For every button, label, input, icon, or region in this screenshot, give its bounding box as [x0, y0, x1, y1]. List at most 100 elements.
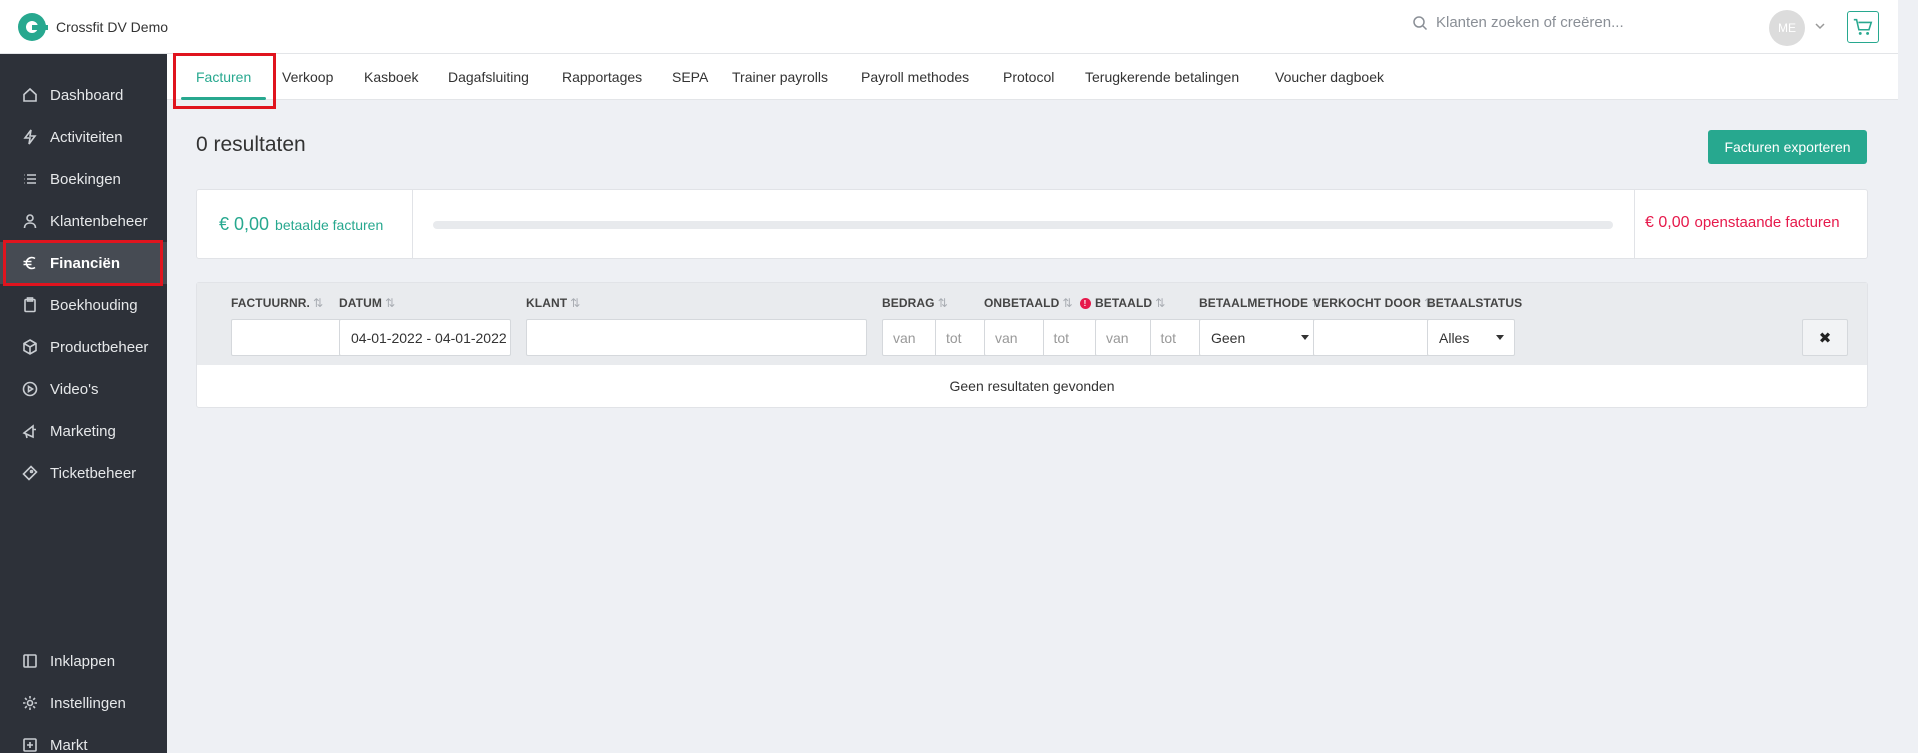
paid-label: betaalde facturen — [275, 217, 384, 233]
client-search[interactable]: Klanten zoeken of creëren... — [1412, 14, 1624, 31]
clear-filters-button[interactable]: ✖ — [1802, 319, 1848, 356]
paid-from-input[interactable]: van — [1096, 320, 1150, 355]
paid-range-filter: van tot — [1095, 319, 1205, 356]
sort-icon[interactable]: ⇅ — [385, 296, 395, 310]
list-icon — [24, 174, 36, 184]
sidebar-item-dashboard[interactable]: Dashboard — [0, 74, 167, 116]
megaphone-icon — [22, 424, 36, 439]
column-header-verkocht-door[interactable]: VERKOCHT DOOR ⇅ — [1313, 296, 1434, 310]
payment-method-value: Geen — [1211, 329, 1246, 346]
home-icon — [23, 87, 37, 102]
avatar[interactable]: ME — [1769, 10, 1805, 46]
sidebar-item-label: Boekingen — [50, 170, 121, 188]
payment-status-select[interactable]: Alles — [1427, 319, 1515, 356]
column-header-datum[interactable]: DATUM ⇅ — [339, 296, 395, 310]
sort-icon[interactable]: ⇅ — [1062, 296, 1072, 310]
sidebar-item-financien[interactable]: Financiën — [0, 242, 167, 284]
sidebar-item-inklappen[interactable]: Inklappen — [0, 640, 167, 682]
finance-tabs: Facturen Verkoop Kasboek Dagafsluiting R… — [167, 54, 1898, 100]
divider — [412, 190, 413, 258]
amount-range-filter: van tot — [882, 319, 989, 356]
column-header-betaald[interactable]: BETAALD ⇅ — [1095, 296, 1165, 310]
column-header-betaalmethode[interactable]: BETAALMETHODE ⇅ — [1199, 296, 1321, 310]
column-header-klant[interactable]: KLANT ⇅ — [526, 296, 580, 310]
unpaid-range-filter: van tot — [984, 319, 1102, 356]
paid-to-input[interactable]: tot — [1149, 320, 1205, 355]
cart-button[interactable] — [1847, 11, 1879, 43]
tab-protocol[interactable]: Protocol — [1003, 54, 1054, 100]
sidebar-item-productbeheer[interactable]: Productbeheer — [0, 326, 167, 368]
cart-icon — [1853, 18, 1873, 35]
column-header-bedrag[interactable]: BEDRAG ⇅ — [882, 296, 948, 310]
export-invoices-button[interactable]: Facturen exporteren — [1708, 130, 1867, 164]
ticket-icon — [22, 465, 38, 481]
app-logo — [18, 13, 48, 41]
search-input[interactable]: Klanten zoeken of creëren... — [1436, 14, 1624, 31]
sidebar-item-boekingen[interactable]: Boekingen — [0, 158, 167, 200]
paid-amount: € 0,00 — [219, 214, 270, 234]
plus-square-icon — [23, 738, 37, 752]
tab-facturen[interactable]: Facturen — [196, 54, 251, 100]
sidebar-item-markt[interactable]: Markt — [0, 724, 167, 753]
column-header-onbetaald[interactable]: ONBETAALD ⇅! — [984, 296, 1091, 310]
empty-state-message: Geen resultaten gevonden — [949, 378, 1115, 394]
results-count: 0 resultaten — [196, 133, 306, 156]
active-tab-indicator — [181, 97, 266, 100]
column-header-factuurnr[interactable]: FACTUURNR. ⇅ — [231, 296, 323, 310]
tab-payroll-methodes[interactable]: Payroll methodes — [861, 54, 969, 100]
tab-verkoop[interactable]: Verkoop — [282, 54, 333, 100]
table-filters: FACTUURNR. ⇅ DATUM ⇅ KLANT ⇅ BEDRAG ⇅ ONBETA… — [197, 283, 1867, 365]
tab-dagafsluiting[interactable]: Dagafsluiting — [448, 54, 529, 100]
sidebar-item-klantenbeheer[interactable]: Klantenbeheer — [0, 200, 167, 242]
tab-voucher-dagboek[interactable]: Voucher dagboek — [1275, 54, 1384, 100]
tab-rapportages[interactable]: Rapportages — [562, 54, 642, 100]
payment-summary: € 0,00 betaalde facturen € 0,00 openstaa… — [196, 189, 1868, 259]
sidebar-item-label: Instellingen — [50, 694, 126, 712]
sidebar-item-instellingen[interactable]: Instellingen — [0, 682, 167, 724]
play-icon — [22, 381, 38, 397]
amount-to-input[interactable]: tot — [935, 320, 988, 355]
sidebar-item-label: Ticketbeheer — [50, 464, 137, 482]
sidebar-item-label: Video's — [50, 380, 99, 398]
divider — [1634, 190, 1635, 258]
tab-trainer-payrolls[interactable]: Trainer payrolls — [732, 54, 828, 100]
open-amount: € 0,00 — [1645, 214, 1690, 231]
open-label: openstaande facturen — [1694, 214, 1840, 231]
collapse-icon — [23, 654, 37, 668]
sidebar-item-videos[interactable]: Video's — [0, 368, 167, 410]
app-name: Crossfit DV Demo — [56, 19, 169, 35]
caret-down-icon — [1496, 335, 1504, 340]
sidebar-item-label: Boekhouding — [50, 296, 138, 314]
date-range-filter[interactable]: 04-01-2022 - 04-01-2022 — [339, 319, 511, 356]
client-filter[interactable] — [526, 319, 867, 356]
sidebar-item-boekhouding[interactable]: Boekhouding — [0, 284, 167, 326]
sort-icon[interactable]: ⇅ — [938, 296, 948, 310]
sidebar-item-label: Markt — [50, 736, 88, 753]
sort-icon[interactable]: ⇅ — [570, 296, 580, 310]
sold-by-filter[interactable] — [1313, 319, 1434, 356]
sidebar-item-label: Klantenbeheer — [50, 212, 148, 230]
sidebar-item-ticketbeheer[interactable]: Ticketbeheer — [0, 452, 167, 494]
sort-icon[interactable]: ⇅ — [313, 296, 323, 310]
unpaid-from-input[interactable]: van — [985, 320, 1043, 355]
amount-from-input[interactable]: van — [883, 320, 935, 355]
sidebar-item-activiteiten[interactable]: Activiteiten — [0, 116, 167, 158]
paid-summary: € 0,00 betaalde facturen — [219, 214, 383, 235]
tab-sepa[interactable]: SEPA — [672, 54, 708, 100]
unpaid-to-input[interactable]: tot — [1042, 320, 1102, 355]
sidebar-item-label: Inklappen — [50, 652, 116, 670]
chevron-down-icon[interactable] — [1812, 18, 1828, 34]
gear-icon — [23, 696, 37, 710]
sidebar-item-marketing[interactable]: Marketing — [0, 410, 167, 452]
top-bar: Crossfit DV Demo Klanten zoeken of creër… — [0, 0, 1898, 54]
sort-icon[interactable]: ⇅ — [1155, 296, 1165, 310]
column-header-betaalstatus: BETAALSTATUS — [1427, 296, 1523, 310]
tab-kasboek[interactable]: Kasboek — [364, 54, 418, 100]
payment-method-select[interactable]: Geen — [1199, 319, 1320, 356]
payment-status-value: Alles — [1439, 329, 1470, 346]
sidebar-item-label: Productbeheer — [50, 338, 149, 356]
brand[interactable]: Crossfit DV Demo — [18, 13, 168, 41]
sidebar-item-label: Dashboard — [50, 86, 124, 104]
tab-terugkerende-betalingen[interactable]: Terugkerende betalingen — [1085, 54, 1239, 100]
invoice-number-filter[interactable] — [231, 319, 345, 356]
